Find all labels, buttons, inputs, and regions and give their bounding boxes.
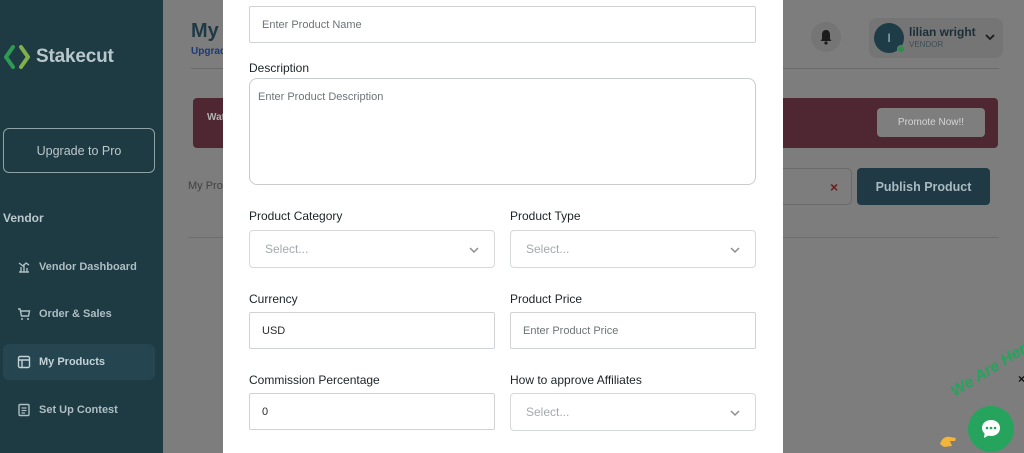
contest-icon (18, 403, 30, 417)
upgrade-to-pro-button[interactable]: Upgrade to Pro (3, 128, 155, 173)
product-category-select[interactable]: Select... (249, 230, 495, 268)
sidebar-item-vendor-dashboard[interactable]: Vendor Dashboard (3, 249, 155, 285)
product-name-input[interactable]: Enter Product Name (249, 6, 756, 43)
clear-search-icon[interactable]: × (830, 179, 838, 195)
sidebar-item-order-sales[interactable]: Order & Sales (3, 296, 155, 332)
commission-percentage-input[interactable]: 0 (249, 393, 495, 430)
chat-widget: We Are Here! × (936, 333, 1024, 453)
approve-affiliates-select[interactable]: Select... (510, 393, 756, 431)
chat-close-icon[interactable]: × (1018, 372, 1024, 386)
sidebar-item-label: Set Up Contest (39, 404, 118, 416)
promote-now-button[interactable]: Promote Now!! (877, 108, 985, 137)
bell-icon (820, 30, 832, 45)
select-value: Select... (526, 242, 570, 256)
stakecut-logo-icon (4, 45, 30, 69)
publish-product-button[interactable]: Publish Product (857, 168, 990, 205)
select-value: Select... (526, 405, 570, 419)
product-type-select[interactable]: Select... (510, 230, 756, 268)
add-product-modal: Enter Product Name Description Enter Pro… (223, 0, 783, 453)
description-label: Description (249, 61, 310, 75)
approve-affiliates-label: How to approve Affiliates (510, 373, 642, 387)
commission-percentage-label: Commission Percentage (249, 373, 380, 387)
dashboard-icon (18, 262, 30, 273)
upgrade-link[interactable]: Upgrad (191, 46, 226, 57)
sidebar-item-label: Vendor Dashboard (39, 261, 137, 273)
chevron-down-icon[interactable] (983, 30, 997, 44)
search-input[interactable] (781, 168, 852, 205)
product-category-label: Product Category (249, 209, 343, 223)
chevron-down-icon (730, 410, 740, 417)
chevron-down-icon (730, 247, 740, 254)
product-type-label: Product Type (510, 209, 581, 223)
chat-bubble-icon (982, 420, 1000, 438)
description-textarea[interactable]: Enter Product Description (249, 78, 756, 185)
select-value: Select... (265, 242, 309, 256)
waving-hand-icon (940, 436, 956, 447)
logo[interactable]: Stakecut (4, 44, 114, 70)
sidebar-section-title: Vendor (3, 211, 44, 225)
cart-icon (18, 308, 31, 320)
product-price-label: Product Price (510, 292, 583, 306)
sidebar-item-label: Order & Sales (39, 308, 112, 320)
currency-label: Currency (249, 292, 298, 306)
logo-text: Stakecut (36, 46, 114, 67)
tab-my-products[interactable]: My Pro (188, 180, 223, 192)
chat-button[interactable] (968, 406, 1014, 452)
products-icon (17, 355, 31, 369)
sidebar: Stakecut Upgrade to Pro Vendor Vendor Da… (0, 0, 163, 453)
product-price-input[interactable]: Enter Product Price (510, 312, 756, 349)
user-name: lilian wright (909, 25, 976, 39)
sidebar-item-my-products[interactable]: My Products (3, 344, 155, 380)
online-status-dot (897, 45, 905, 53)
sidebar-item-label: My Products (39, 356, 106, 368)
chevron-down-icon (469, 247, 479, 254)
sidebar-item-set-up-contest[interactable]: Set Up Contest (3, 392, 155, 428)
currency-input[interactable]: USD (249, 312, 495, 349)
notifications-button[interactable] (811, 22, 841, 52)
user-menu[interactable]: I lilian wright VENDOR (869, 18, 1003, 58)
page-title: My (191, 20, 219, 42)
user-role: VENDOR (909, 40, 944, 49)
